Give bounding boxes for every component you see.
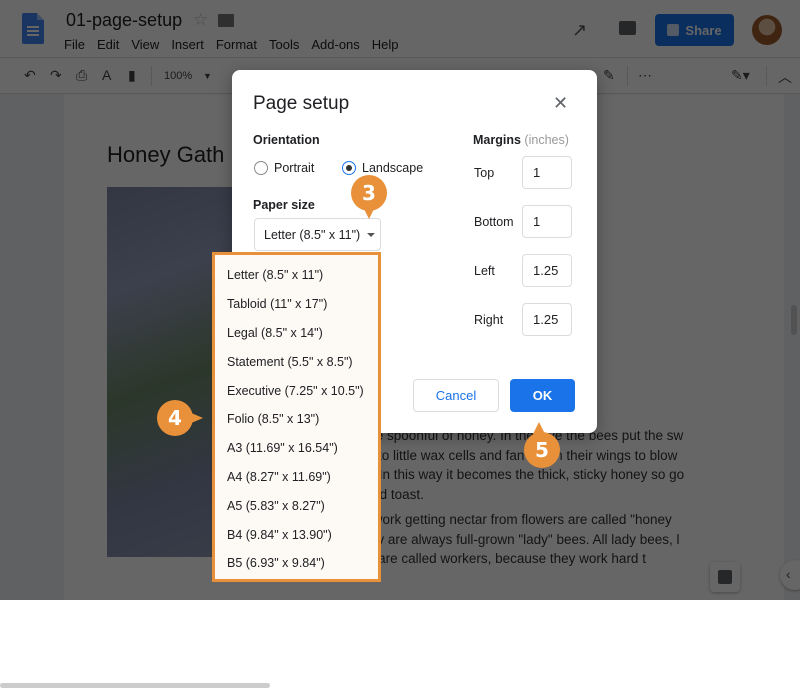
paper-size-dropdown: Letter (8.5" x 11") Tabloid (11" x 17") …: [212, 252, 381, 582]
portrait-radio[interactable]: [254, 161, 268, 175]
callout-step-4: 4: [157, 400, 203, 436]
paper-option-a4[interactable]: A4 (8.27" x 11.69"): [227, 470, 331, 484]
margin-right-label: Right: [474, 313, 504, 327]
paper-option-a3[interactable]: A3 (11.69" x 16.54"): [227, 441, 338, 455]
paper-option-letter[interactable]: Letter (8.5" x 11"): [227, 268, 323, 282]
margin-bottom-label: Bottom: [474, 215, 514, 229]
cancel-button[interactable]: Cancel: [413, 379, 499, 412]
paper-option-a5[interactable]: A5 (5.83" x 8.27"): [227, 499, 325, 513]
callout-step-5: 5: [524, 422, 560, 468]
callout-step-3: 3: [351, 175, 387, 219]
landscape-radio[interactable]: [342, 161, 356, 175]
margin-left-input[interactable]: 1.25: [522, 254, 572, 287]
close-icon[interactable]: ✕: [553, 93, 568, 114]
margins-label: Margins: [473, 133, 521, 147]
paper-option-statement[interactable]: Statement (5.5" x 8.5"): [227, 355, 353, 369]
margin-top-input[interactable]: 1: [522, 156, 572, 189]
paper-size-value: Letter (8.5" x 11"): [264, 228, 361, 242]
margins-heading: Margins (inches): [473, 133, 569, 147]
paper-option-tabloid[interactable]: Tabloid (11" x 17"): [227, 297, 327, 311]
margin-right-input[interactable]: 1.25: [522, 303, 572, 336]
paper-option-folio[interactable]: Folio (8.5" x 13"): [227, 412, 319, 426]
paper-size-label: Paper size: [253, 198, 315, 212]
portrait-label[interactable]: Portrait: [274, 161, 314, 175]
margin-bottom-input[interactable]: 1: [522, 205, 572, 238]
dialog-title: Page setup: [253, 93, 350, 114]
horizontal-scrollbar[interactable]: [0, 683, 270, 688]
paper-option-executive[interactable]: Executive (7.25" x 10.5"): [227, 384, 364, 398]
margins-unit: (inches): [524, 133, 569, 147]
ok-button[interactable]: OK: [510, 379, 575, 412]
paper-option-b5[interactable]: B5 (6.93" x 9.84"): [227, 556, 325, 570]
orientation-label: Orientation: [253, 133, 320, 147]
margin-top-label: Top: [474, 166, 495, 180]
paper-option-legal[interactable]: Legal (8.5" x 14"): [227, 326, 323, 340]
margin-left-label: Left: [474, 264, 495, 278]
chevron-down-icon: [367, 233, 375, 237]
paper-option-b4[interactable]: B4 (9.84" x 13.90"): [227, 528, 332, 542]
landscape-label[interactable]: Landscape: [362, 161, 423, 175]
paper-size-select[interactable]: Letter (8.5" x 11"): [254, 218, 381, 251]
